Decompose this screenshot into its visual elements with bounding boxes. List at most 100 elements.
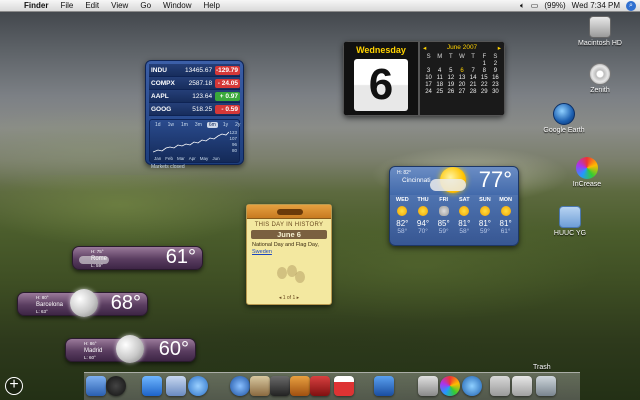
volume-icon[interactable]: 🔈︎: [520, 0, 525, 12]
photo-booth-icon[interactable]: [310, 376, 330, 396]
calendar-day-cell[interactable]: 26: [445, 89, 456, 95]
iphoto-icon[interactable]: [250, 376, 270, 396]
calendar-day-cell[interactable]: 30: [490, 89, 501, 95]
desktop-icon-google-earth[interactable]: Google Earth: [532, 103, 596, 134]
calendar-day-cell[interactable]: 10: [423, 75, 434, 81]
documents-stack-icon[interactable]: [490, 376, 510, 396]
weather-temp: 68°: [110, 292, 141, 314]
increase-icon[interactable]: [440, 376, 460, 396]
calendar-day-panel[interactable]: Wednesday 6: [343, 41, 419, 116]
calendar-day-cell[interactable]: 15: [479, 75, 490, 81]
range-tab-1m[interactable]: 1m: [179, 122, 190, 128]
finder-icon[interactable]: [86, 376, 106, 396]
calendar-day-cell[interactable]: 17: [423, 82, 434, 88]
stock-change[interactable]: - 24.05: [215, 78, 240, 88]
stock-change[interactable]: -129.79: [215, 65, 240, 75]
calendar-day-cell[interactable]: 19: [445, 82, 456, 88]
calendar-day-cell[interactable]: 22: [479, 82, 490, 88]
range-tab-1d[interactable]: 1d: [153, 122, 163, 128]
weather-widget-cincinnati[interactable]: H: 82° Cincinnati 77° WED 82° 58° THU 94° 70°…: [389, 166, 519, 246]
history-pager[interactable]: ◂ 1 of 1 ▸: [247, 295, 331, 301]
stock-row[interactable]: AAPL 123.64 + 0.97: [149, 90, 240, 103]
menu-view[interactable]: View: [105, 0, 134, 12]
calendar-day-cell[interactable]: 25: [434, 89, 445, 95]
desktop-icon-zenith[interactable]: Zenith: [568, 63, 632, 94]
stock-row[interactable]: INDU 13465.67 -129.79: [149, 64, 240, 77]
calendar-day-cell[interactable]: 21: [468, 82, 479, 88]
calendar-day-cell[interactable]: 14: [468, 75, 479, 81]
google-earth-icon[interactable]: [462, 376, 482, 396]
range-tab-1y[interactable]: 1y: [221, 122, 230, 128]
menu-extras: 🔈︎ ▭ (99%) Wed 7:34 PM ⌕: [514, 0, 640, 12]
calendar-day-cell[interactable]: 23: [490, 82, 501, 88]
calendar-day-cell[interactable]: 20: [456, 82, 467, 88]
desktop-icon-huuc-yg[interactable]: HUUC YG: [538, 206, 602, 237]
weather-current: H: 82° Cincinnati 77°: [390, 167, 518, 195]
battery-icon[interactable]: ▭: [531, 0, 539, 12]
calendar-day-cell[interactable]: 7: [468, 68, 479, 74]
clock[interactable]: Wed 7:34 PM: [572, 0, 620, 12]
calendar-day-cell[interactable]: 5: [445, 68, 456, 74]
mail-icon[interactable]: [166, 376, 186, 396]
imovie-icon[interactable]: [270, 376, 290, 396]
next-month-icon[interactable]: ▸: [498, 44, 501, 52]
safari-icon[interactable]: [188, 376, 208, 396]
calendar-widget[interactable]: Wednesday 6 ◂ June 2007 ▸ SMTWTFS1234567…: [343, 41, 505, 116]
ical-icon[interactable]: [334, 376, 354, 396]
range-tab-6m[interactable]: 6m: [206, 122, 218, 128]
calendar-day-cell[interactable]: 8: [479, 68, 490, 74]
calendar-day-cell[interactable]: 13: [456, 75, 467, 81]
battery-percent[interactable]: (99%): [544, 0, 565, 12]
calendar-day-cell[interactable]: 4: [434, 68, 445, 74]
menu-finder[interactable]: Finder: [18, 0, 54, 12]
stock-row[interactable]: GOOG 518.25 - 0.59: [149, 103, 240, 116]
prev-month-icon[interactable]: ◂: [423, 44, 426, 52]
calendar-day-cell[interactable]: 2: [490, 61, 501, 67]
history-link[interactable]: Sweden: [252, 249, 272, 255]
menu-window[interactable]: Window: [157, 0, 197, 12]
weather-widget-madrid[interactable]: H: 86° Madrid L: 60° 60°: [65, 335, 196, 363]
menu-go[interactable]: Go: [134, 0, 157, 12]
calendar-day-cell[interactable]: 28: [468, 89, 479, 95]
calendar-day-cell[interactable]: 6: [456, 68, 467, 74]
history-widget[interactable]: THIS DAY IN HISTORY June 6 National Day …: [246, 204, 332, 305]
spotlight-icon[interactable]: ⌕: [626, 0, 636, 11]
calendar-day-cell[interactable]: 24: [423, 89, 434, 95]
desktop-icon-increase[interactable]: InCrease: [555, 157, 619, 188]
range-tab-1w[interactable]: 1w: [166, 122, 176, 128]
stock-row[interactable]: COMPX 2587.18 - 24.05: [149, 77, 240, 90]
menu-help[interactable]: Help: [197, 0, 225, 12]
calendar-day-cell[interactable]: 29: [479, 89, 490, 95]
next-icon[interactable]: ▸: [297, 295, 300, 301]
calendar-day-cell[interactable]: 3: [423, 68, 434, 74]
itunes-icon[interactable]: [230, 376, 250, 396]
xcode-icon[interactable]: [374, 376, 394, 396]
weather-widget-rome[interactable]: H: 75° Rome L: 59° 61°: [72, 246, 203, 270]
prev-icon[interactable]: ◂: [279, 295, 282, 301]
calendar-day-cell[interactable]: 1: [479, 61, 490, 67]
calendar-month-panel[interactable]: ◂ June 2007 ▸ S M T W T F S 1 2 3 4 5 6 7 8 9 10 11 12 13 14…: [419, 41, 505, 116]
dashboard-icon[interactable]: [106, 376, 126, 396]
desktop-icon-macintosh-hd[interactable]: Macintosh HD: [568, 16, 632, 47]
history-date: June 6: [251, 230, 327, 239]
garageband-icon[interactable]: [290, 376, 310, 396]
downloads-stack-icon[interactable]: [512, 376, 532, 396]
menu-file[interactable]: File: [54, 0, 79, 12]
trash-icon[interactable]: [536, 376, 556, 396]
weather-widget-barcelona[interactable]: H: 80° Barcelona L: 63° 68°: [17, 289, 148, 317]
calendar-day-cell[interactable]: 27: [456, 89, 467, 95]
calendar-day-cell[interactable]: 11: [434, 75, 445, 81]
calendar-day-cell[interactable]: 12: [445, 75, 456, 81]
app-store-icon[interactable]: [142, 376, 162, 396]
system-preferences-icon[interactable]: [418, 376, 438, 396]
range-tab-2y[interactable]: 2y: [233, 122, 242, 128]
range-tab-3m[interactable]: 3m: [193, 122, 204, 128]
stock-change[interactable]: + 0.97: [215, 91, 240, 101]
calendar-day-cell[interactable]: 16: [490, 75, 501, 81]
add-widget-button[interactable]: +: [5, 377, 23, 395]
stock-change[interactable]: - 0.59: [215, 104, 240, 114]
calendar-day-cell[interactable]: 18: [434, 82, 445, 88]
calendar-day-cell[interactable]: 9: [490, 68, 501, 74]
stocks-widget[interactable]: INDU 13465.67 -129.79 COMPX 2587.18 - 24…: [145, 60, 244, 170]
menu-edit[interactable]: Edit: [79, 0, 105, 12]
